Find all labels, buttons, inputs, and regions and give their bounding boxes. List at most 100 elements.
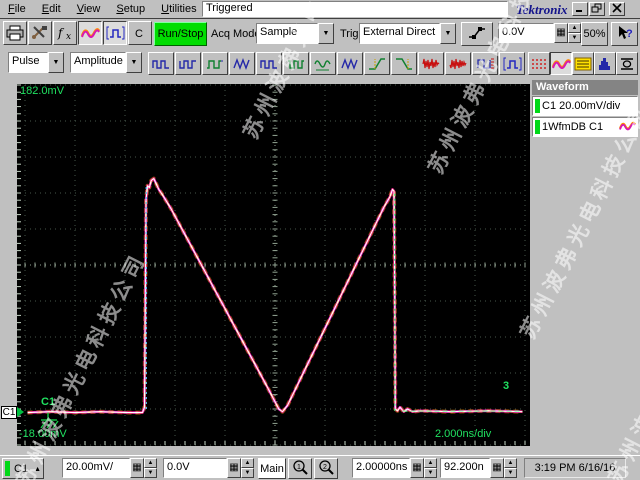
- restore-button[interactable]: [589, 2, 605, 16]
- scope-canvas[interactable]: [17, 84, 530, 446]
- meas-undershoot[interactable]: [445, 52, 471, 75]
- minimize-button[interactable]: [572, 2, 588, 16]
- menu-file[interactable]: File: [0, 3, 34, 15]
- acq-mode-label: Acq Mode: [211, 28, 261, 40]
- toolbox-button[interactable]: [28, 21, 52, 45]
- measure-type-combo[interactable]: Amplitude ▼: [70, 52, 142, 73]
- trigger-level-input[interactable]: 0.0V: [498, 23, 554, 43]
- keypad-icon[interactable]: ▦: [490, 458, 504, 478]
- status-bar: C1 ▲ 20.00mV/ ▦ ▲ ▼ 0.0V ▦ ▲ ▼ Main 1 2 …: [0, 455, 640, 480]
- step-down-button[interactable]: ▼: [568, 33, 581, 43]
- print-button[interactable]: [3, 21, 27, 45]
- meas-negative-width[interactable]: [175, 52, 201, 75]
- channel-marker-arrow-icon: [17, 407, 24, 417]
- vertical-scale-input[interactable]: 20.00mV/: [62, 458, 130, 478]
- tektronix-logo: Tektronix: [516, 2, 568, 17]
- chevron-down-icon[interactable]: ▼: [318, 23, 334, 44]
- keypad-icon[interactable]: ▦: [410, 458, 424, 478]
- meas-n-pulse[interactable]: [499, 52, 525, 75]
- menu-utilities[interactable]: Utilities: [153, 3, 204, 15]
- chevron-down-icon[interactable]: ▼: [126, 52, 142, 73]
- meas-burst-width[interactable]: [229, 52, 255, 75]
- step-up-button[interactable]: ▲: [241, 458, 254, 468]
- zoom1-button[interactable]: 1: [288, 458, 312, 479]
- svg-text:1: 1: [297, 464, 301, 471]
- trigger-slope-button[interactable]: [461, 22, 493, 46]
- trig-label: Trig: [340, 28, 359, 40]
- step-up-button[interactable]: ▲: [424, 458, 437, 468]
- meas-negative-duty[interactable]: [283, 52, 309, 75]
- math-fx-button[interactable]: fx: [53, 21, 77, 45]
- close-button[interactable]: [609, 2, 625, 16]
- svg-text:f: f: [57, 26, 65, 40]
- timebase-label: 2.000ns/div: [435, 428, 492, 440]
- clear-button[interactable]: C: [128, 21, 152, 45]
- vertical-offset-stepper: ▲ ▼: [241, 458, 254, 478]
- meas-period[interactable]: [202, 52, 228, 75]
- meas-rise-time[interactable]: [364, 52, 390, 75]
- datetime-display: 3:19 PM 6/16/16: [524, 458, 626, 478]
- step-down-button[interactable]: ▼: [241, 468, 254, 478]
- trig-source-combo[interactable]: External Direct ▼: [359, 23, 456, 44]
- zoom2-button[interactable]: 2: [314, 458, 338, 479]
- set-level-50-button[interactable]: 50%: [581, 22, 608, 46]
- timebase-input[interactable]: 2.00000ns: [352, 458, 410, 478]
- measure-category-combo[interactable]: Pulse ▼: [8, 52, 64, 73]
- run-stop-button[interactable]: Run/Stop: [154, 22, 207, 46]
- pulse-display-button[interactable]: [103, 21, 127, 45]
- display-mode-toolbar: [528, 52, 638, 75]
- waveform-row-wfmdb[interactable]: 1WfmDB C1: [532, 117, 638, 137]
- measure-type-value: Amplitude: [70, 52, 126, 73]
- svg-text:x: x: [66, 32, 71, 41]
- keypad-icon[interactable]: ▦: [227, 458, 241, 478]
- display-reference-button[interactable]: [528, 52, 550, 75]
- meas-amplitude[interactable]: [337, 52, 363, 75]
- display-waveform-button[interactable]: [550, 52, 572, 75]
- main-view-button[interactable]: Main: [258, 458, 286, 479]
- channel-select-button[interactable]: C1 ▲: [2, 458, 44, 479]
- step-up-button[interactable]: ▲: [568, 23, 581, 33]
- step-up-button[interactable]: ▲: [504, 458, 517, 468]
- meas-frequency[interactable]: [310, 52, 336, 75]
- step-down-button[interactable]: ▼: [144, 468, 157, 478]
- context-help-button[interactable]: ?: [611, 22, 638, 46]
- keypad-icon[interactable]: ▦: [130, 458, 144, 478]
- meas-fall-time[interactable]: [391, 52, 417, 75]
- meas-overshoot[interactable]: [418, 52, 444, 75]
- acq-mode-combo[interactable]: Sample ▼: [256, 23, 334, 44]
- timebase-stepper: ▲ ▼: [424, 458, 437, 478]
- measure-category-value: Pulse: [8, 52, 48, 73]
- display-histogram-button[interactable]: [594, 52, 616, 75]
- top-voltage-label: 182.0mV: [20, 85, 65, 97]
- measurement-toolbar: [148, 52, 526, 75]
- keypad-icon[interactable]: ▦: [554, 23, 568, 43]
- svg-text:?: ?: [626, 28, 633, 40]
- channel-position-marker[interactable]: C1: [1, 406, 17, 419]
- step-down-button[interactable]: ▼: [424, 468, 437, 478]
- vertical-offset-input[interactable]: 0.0V: [163, 458, 227, 478]
- meas-positive-width[interactable]: [148, 52, 174, 75]
- meas-positive-duty[interactable]: [256, 52, 282, 75]
- display-measure-button[interactable]: [572, 52, 594, 75]
- scope-graticule[interactable]: 182.0mV -18.00mV 2.000ns/div 3 C1: [17, 84, 530, 446]
- waveform-row-scale[interactable]: C1 20.00mV/div: [532, 96, 638, 116]
- horizontal-delay-input[interactable]: 92.200n: [440, 458, 490, 478]
- chevron-down-icon[interactable]: ▼: [440, 23, 456, 44]
- bottom-voltage-label: -18.00mV: [19, 428, 67, 440]
- meas-pulse-levels[interactable]: [472, 52, 498, 75]
- trig-source-value: External Direct: [359, 23, 440, 44]
- display-eye-button[interactable]: [616, 52, 638, 75]
- main-toolbar: fx C: [3, 21, 153, 45]
- menu-edit[interactable]: Edit: [34, 3, 69, 15]
- menu-setup[interactable]: Setup: [108, 3, 153, 15]
- menu-view[interactable]: View: [69, 3, 109, 15]
- trigger-status-box: Triggered: [202, 1, 508, 17]
- step-up-button[interactable]: ▲: [144, 458, 157, 468]
- step-down-button[interactable]: ▼: [504, 468, 517, 478]
- waveform-display-button[interactable]: [78, 21, 102, 45]
- oscilloscope-app: FileEditViewSetupUtilitiesHelp Triggered…: [0, 0, 640, 480]
- chevron-down-icon[interactable]: ▼: [48, 52, 64, 73]
- channel-color-stripe: [535, 120, 540, 134]
- channel-color-stripe: [535, 99, 540, 113]
- trigger-status-text: Triggered: [206, 2, 253, 14]
